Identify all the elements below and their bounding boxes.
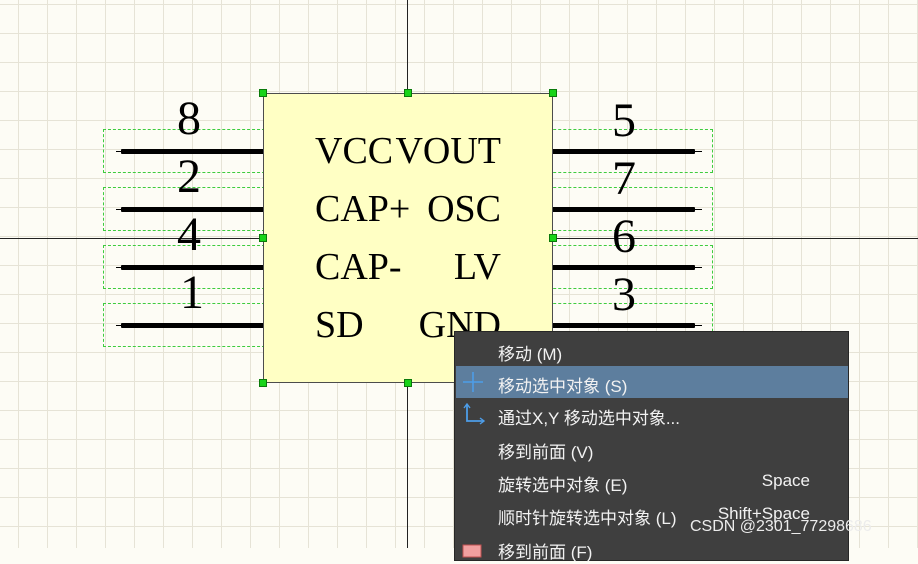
watermark-text: CSDN @2301_77298686 <box>690 518 872 535</box>
pin-number: 5 <box>612 94 636 147</box>
pin-tick <box>690 267 702 268</box>
pin-line <box>121 323 265 328</box>
resize-handle-top-right[interactable] <box>549 89 557 97</box>
menu-item-label: 移到前面 (V) <box>498 443 594 462</box>
pin-name-left: VCC <box>315 130 394 172</box>
menu-item-label: 顺时针旋转选中对象 (L) <box>498 509 677 528</box>
xy-axes-icon <box>461 402 486 425</box>
move-crosshair-icon <box>461 371 485 393</box>
pin-line <box>551 323 695 328</box>
pin-number: 1 <box>180 266 204 319</box>
pin-number: 3 <box>612 268 636 321</box>
bring-front-icon <box>461 537 485 559</box>
pin-tick <box>690 325 702 326</box>
pin-tick <box>690 209 702 210</box>
resize-handle-bottom[interactable] <box>404 379 412 387</box>
resize-handle-right[interactable] <box>549 234 557 242</box>
pin-number: 2 <box>177 150 201 203</box>
pin-name-left: CAP+ <box>315 188 411 230</box>
pin-name-left: CAP- <box>315 246 402 288</box>
resize-handle-top-left[interactable] <box>259 89 267 97</box>
pin-tick <box>690 151 702 152</box>
pin-name-left: SD <box>315 304 364 346</box>
pin-number: 7 <box>612 152 636 205</box>
menu-item-bring-to-front[interactable]: 移到前面 (F) <box>456 532 848 564</box>
menu-item-shortcut: Space <box>761 471 810 490</box>
menu-item-label: 移到前面 (F) <box>498 543 593 562</box>
menu-item-bring-forward[interactable]: 移到前面 (V) <box>456 432 848 464</box>
menu-item-label: 移动 (M) <box>498 345 563 364</box>
pin-name-right: VOUT <box>395 130 501 172</box>
pin-name-right: OSC <box>427 188 501 230</box>
menu-item-label: 通过X,Y 移动选中对象... <box>498 409 680 428</box>
pin-number: 4 <box>177 208 201 261</box>
menu-item-label: 移动选中对象 (S) <box>498 377 628 396</box>
menu-item-rotate-selection[interactable]: 旋转选中对象 (E) Space <box>456 465 848 497</box>
pin-number: 6 <box>612 210 636 263</box>
menu-item-move[interactable]: 移动 (M) <box>456 334 848 366</box>
resize-handle-bottom-left[interactable] <box>259 379 267 387</box>
menu-item-label: 旋转选中对象 (E) <box>498 476 628 495</box>
resize-handle-top[interactable] <box>404 89 412 97</box>
resize-handle-left[interactable] <box>259 234 267 242</box>
menu-item-move-selection[interactable]: 移动选中对象 (S) <box>456 366 848 398</box>
pin-name-right: LV <box>453 246 501 288</box>
menu-item-move-by-xy[interactable]: 通过X,Y 移动选中对象... <box>456 398 848 430</box>
pin-number: 8 <box>177 92 201 145</box>
